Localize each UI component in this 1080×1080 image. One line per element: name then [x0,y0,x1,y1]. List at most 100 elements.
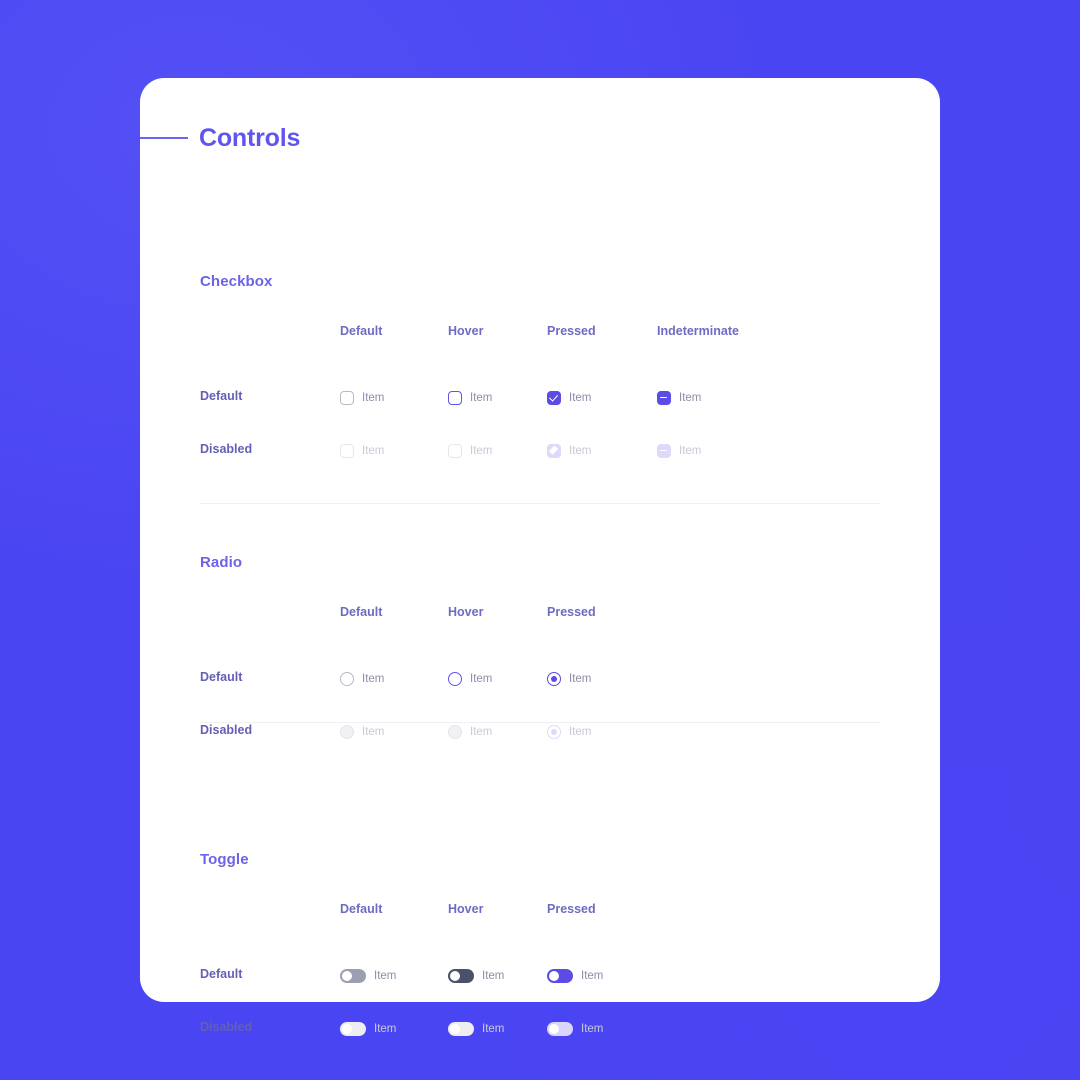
control-item-label: Item [374,1023,397,1035]
check-icon [548,444,558,455]
control-item-label: Item [569,726,592,738]
control-item-label: Item [470,445,493,457]
checkbox-pressed-disabled [547,444,561,458]
control-cell: Item [448,964,504,988]
radio-pressed-disabled [547,725,561,739]
radio-default-disabled [340,725,354,739]
control-cell: Item [547,720,591,744]
row-label: Default [200,389,243,403]
title-rule [140,137,188,139]
checkbox-default[interactable] [340,391,354,405]
column-headers: Default Hover Pressed [200,902,880,920]
control-item-label: Item [569,445,592,457]
radio-dot [550,728,558,736]
checkbox-hover-disabled [448,444,462,458]
radio-default[interactable] [340,672,354,686]
control-item-label: Item [470,673,493,685]
column-headers: Default Hover Pressed [200,605,880,623]
control-cell: Item [340,386,384,410]
control-cell: Item [547,964,603,988]
column-header-hover: Hover [448,605,484,619]
control-cell: Item [340,720,384,744]
rows-host: Default Item Item Item Disabled Item Item Item [200,920,880,1050]
toggle-pressed-disabled [547,1022,573,1036]
toggle-hover-disabled [448,1022,474,1036]
control-cell: Item [340,667,384,691]
checkbox-indeterminate[interactable] [657,391,671,405]
column-headers: Default Hover Pressed Indeterminate [200,324,880,342]
toggle-pressed[interactable] [547,969,573,983]
toggle-default-disabled [340,1022,366,1036]
control-row-default: Default Item Item Item [200,964,880,988]
dash-icon [660,396,667,399]
row-label: Disabled [200,723,253,737]
page-title-row: Controls [140,118,300,158]
radio-hover[interactable] [448,672,462,686]
control-cell: Item [547,439,591,463]
control-cell: Item [448,1017,504,1041]
toggle-knob [548,1023,560,1035]
row-label: Disabled [200,442,253,456]
checkbox-default-disabled [340,444,354,458]
toggle-knob [341,1023,353,1035]
row-label: Default [200,670,243,684]
control-cell: Item [448,720,492,744]
toggle-knob [449,1023,461,1035]
control-row-default: Default Item Item Item Item [200,386,880,410]
column-header-hover: Hover [448,902,484,916]
dash-icon [660,449,667,452]
control-item-label: Item [362,726,385,738]
radio-pressed[interactable] [547,672,561,686]
toggle-knob [449,970,461,982]
section-divider [200,503,880,504]
control-item-label: Item [482,1023,505,1035]
control-cell: Item [340,964,396,988]
section-checkbox: Checkbox Default Hover Pressed Indeterminat… [200,273,880,472]
control-item-label: Item [581,1023,604,1035]
section-divider [200,722,880,723]
rows-host: Default Item Item Item Item Disabled Item Item I… [200,342,880,472]
column-header-default: Default [340,324,383,338]
control-item-label: Item [470,392,493,404]
control-row-disabled: Disabled Item Item Item Item [200,439,880,463]
control-item-label: Item [362,673,385,685]
control-item-label: Item [362,445,385,457]
section-title: Radio [200,554,243,571]
control-row-default: Default Item Item Item [200,667,880,691]
toggle-knob [341,970,353,982]
control-item-label: Item [679,392,702,404]
control-item-label: Item [569,392,592,404]
column-header-pressed: Pressed [547,605,596,619]
checkbox-hover[interactable] [448,391,462,405]
toggle-hover[interactable] [448,969,474,983]
section-title: Checkbox [200,273,273,290]
control-item-label: Item [362,392,385,404]
toggle-knob [548,970,560,982]
column-header-pressed: Pressed [547,324,596,338]
column-header-default: Default [340,902,383,916]
control-cell: Item [547,1017,603,1041]
control-row-disabled: Disabled Item Item Item [200,1017,880,1041]
control-cell: Item [448,386,492,410]
control-cell: Item [657,439,701,463]
control-cell: Item [340,1017,396,1041]
control-cell: Item [448,667,492,691]
control-cell: Item [340,439,384,463]
control-item-label: Item [470,726,493,738]
section-toggle: Toggle Default Hover Pressed Default Item It… [200,851,880,1050]
controls-card: Controls Checkbox Default Hover Pressed Ind… [140,78,940,1036]
column-header-pressed: Pressed [547,902,596,916]
toggle-default[interactable] [340,969,366,983]
control-item-label: Item [581,970,604,982]
control-item-label: Item [679,445,702,457]
rows-host: Default Item Item Item Disabled Item Item Item [200,623,880,753]
row-label: Disabled [200,1020,253,1034]
control-item-label: Item [374,970,397,982]
control-item-label: Item [482,970,505,982]
control-cell: Item [657,386,701,410]
column-header-default: Default [340,605,383,619]
page-title: Controls [199,123,301,152]
checkbox-pressed[interactable] [547,391,561,405]
section-title: Toggle [200,851,249,868]
section-radio: Radio Default Hover Pressed Default Item Ite… [200,554,880,753]
